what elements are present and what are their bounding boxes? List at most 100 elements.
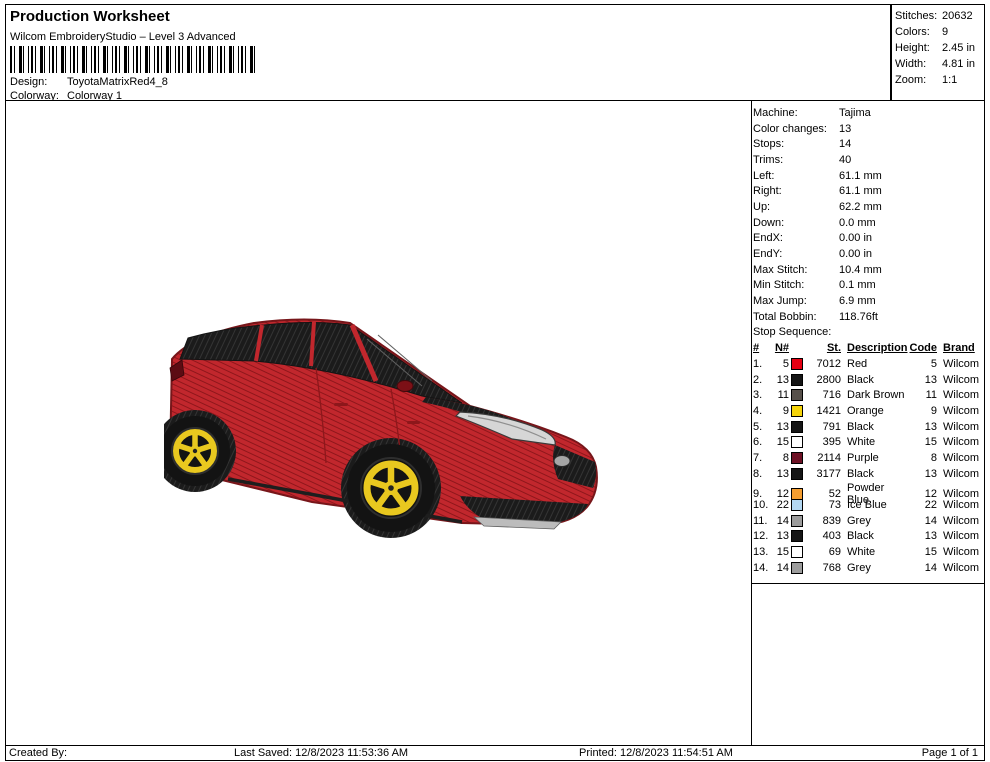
- row-number: 13.: [753, 546, 773, 558]
- stop-sequence-row: 12.13403Black13Wilcom: [753, 529, 984, 545]
- machine-info-label: Stops:: [753, 138, 839, 150]
- stitch-count: 52: [805, 488, 841, 500]
- machine-info-label: Up:: [753, 201, 839, 213]
- row-number: 7.: [753, 452, 773, 464]
- thread-code: 5: [907, 358, 937, 370]
- col-needle: N#: [773, 342, 789, 354]
- machine-info-label: Trims:: [753, 154, 839, 166]
- col-number: #: [753, 342, 773, 354]
- stat-label: Colors:: [895, 24, 942, 40]
- thread-color-swatch: [791, 374, 803, 386]
- machine-info-row: Machine:Tajima: [753, 105, 984, 121]
- thread-code: 15: [907, 546, 937, 558]
- row-number: 3.: [753, 389, 773, 401]
- stop-sequence-title: Stop Sequence:: [753, 326, 831, 338]
- stitch-count: 791: [805, 421, 841, 433]
- thread-brand: Wilcom: [937, 515, 982, 527]
- stat-row: Height:2.45 in: [895, 40, 981, 56]
- thread-code: 13: [907, 421, 937, 433]
- stitch-count: 3177: [805, 468, 841, 480]
- thread-code: 9: [907, 405, 937, 417]
- thread-brand: Wilcom: [937, 546, 982, 558]
- machine-info-value: 10.4 mm: [839, 264, 882, 276]
- last-saved-text: Last Saved: 12/8/2023 11:53:36 AM: [234, 747, 408, 759]
- thread-color-cell: [789, 358, 805, 370]
- machine-info-value: 0.1 mm: [839, 279, 876, 291]
- thread-color-swatch: [791, 358, 803, 370]
- thread-brand: Wilcom: [937, 421, 982, 433]
- thread-code: 15: [907, 436, 937, 448]
- stop-sequence-row: 9.1252Powder Blue12Wilcom: [753, 482, 984, 498]
- stat-label: Zoom:: [895, 72, 942, 88]
- stitch-count: 839: [805, 515, 841, 527]
- thread-color-swatch: [791, 389, 803, 401]
- stitch-count: 2800: [805, 374, 841, 386]
- machine-info-value: 118.76ft: [839, 311, 878, 323]
- thread-color-cell: [789, 530, 805, 542]
- thread-code: 22: [907, 499, 937, 511]
- machine-info-value: 14: [839, 138, 851, 150]
- stitch-count: 7012: [805, 358, 841, 370]
- needle-number: 13: [773, 468, 789, 480]
- main-area: Machine:TajimaColor changes:13Stops:14Tr…: [5, 100, 985, 746]
- stat-row: Stitches:20632: [895, 8, 981, 24]
- needle-number: 14: [773, 515, 789, 527]
- thread-description: Purple: [841, 452, 907, 464]
- embroidery-design-car: [164, 311, 604, 541]
- machine-info-row: Left:61.1 mm: [753, 168, 984, 184]
- thread-brand: Wilcom: [937, 374, 982, 386]
- row-number: 12.: [753, 530, 773, 542]
- stat-label: Height:: [895, 40, 942, 56]
- stat-value: 20632: [942, 8, 973, 24]
- machine-info-label: Machine:: [753, 107, 839, 119]
- needle-number: 13: [773, 421, 789, 433]
- machine-info-value: 61.1 mm: [839, 185, 882, 197]
- thread-description: Ice Blue: [841, 499, 907, 511]
- stop-sequence-row: 11.14839Grey14Wilcom: [753, 513, 984, 529]
- thread-color-swatch: [791, 468, 803, 480]
- design-barcode: [10, 46, 258, 73]
- stat-value: 2.45 in: [942, 40, 975, 56]
- machine-info-value: 40: [839, 154, 851, 166]
- needle-number: 11: [773, 389, 789, 401]
- stop-sequence-row: 2.132800Black13Wilcom: [753, 372, 984, 388]
- machine-info-row: Max Stitch:10.4 mm: [753, 262, 984, 278]
- front-hub-center: [388, 485, 394, 491]
- col-description: Description: [841, 342, 907, 354]
- thread-color-cell: [789, 546, 805, 558]
- stitch-count: 2114: [805, 452, 841, 464]
- stop-sequence-row: 7.82114Purple8Wilcom: [753, 450, 984, 466]
- thread-color-cell: [789, 405, 805, 417]
- thread-color-swatch: [791, 436, 803, 448]
- machine-info-label: Total Bobbin:: [753, 311, 839, 323]
- machine-info-row: EndY:0.00 in: [753, 246, 984, 262]
- needle-number: 5: [773, 358, 789, 370]
- thread-description: Black: [841, 530, 907, 542]
- stitch-count: 403: [805, 530, 841, 542]
- stat-row: Zoom:1:1: [895, 72, 981, 88]
- door-handle-front: [407, 421, 420, 424]
- design-label: Design:: [10, 76, 67, 88]
- design-row: Design: ToyotaMatrixRed4_8: [10, 76, 168, 88]
- thread-description: Grey: [841, 515, 907, 527]
- machine-info-label: Min Stitch:: [753, 279, 839, 291]
- machine-panel: Machine:TajimaColor changes:13Stops:14Tr…: [753, 105, 984, 576]
- thread-description: Black: [841, 468, 907, 480]
- machine-info-row: Down:0.0 mm: [753, 215, 984, 231]
- thread-brand: Wilcom: [937, 389, 982, 401]
- stitch-count: 395: [805, 436, 841, 448]
- app-subtitle: Wilcom EmbroideryStudio – Level 3 Advanc…: [10, 31, 236, 43]
- header: Production Worksheet Wilcom EmbroiderySt…: [5, 4, 891, 101]
- row-number: 14.: [753, 562, 773, 574]
- machine-info-label: Max Jump:: [753, 295, 839, 307]
- thread-color-cell: [789, 389, 805, 401]
- stat-row: Colors:9: [895, 24, 981, 40]
- machine-info-row: Stops:14: [753, 136, 984, 152]
- stop-sequence-row: 8.133177Black13Wilcom: [753, 466, 984, 482]
- machine-info-value: 0.00 in: [839, 232, 872, 244]
- thread-brand: Wilcom: [937, 488, 982, 500]
- stitch-count: 73: [805, 499, 841, 511]
- thread-color-swatch: [791, 499, 803, 511]
- thread-code: 13: [907, 374, 937, 386]
- stitch-count: 69: [805, 546, 841, 558]
